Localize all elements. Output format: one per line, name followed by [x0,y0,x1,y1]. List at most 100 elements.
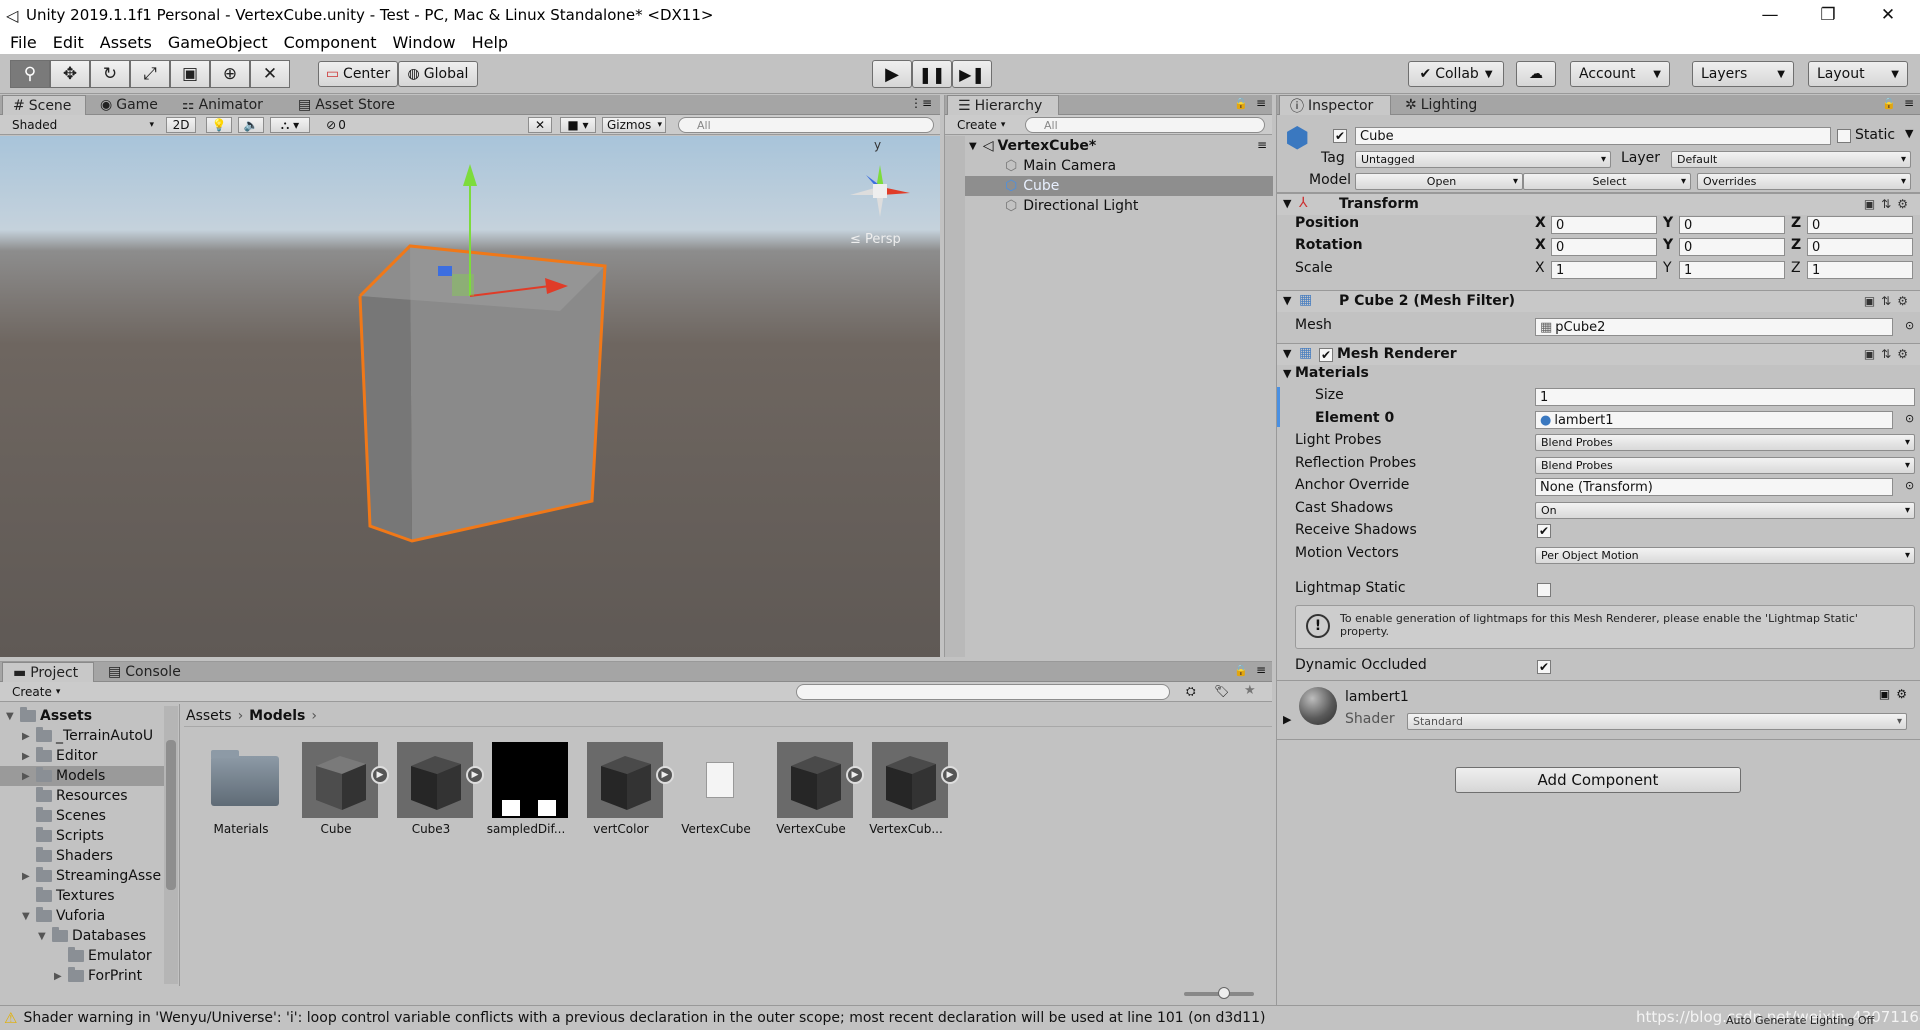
asset-item[interactable]: ▶ VertexCube [766,732,864,842]
mesh-renderer-header[interactable]: ▼ ▦ ✔ Mesh Renderer ▣⇅⚙ [1277,343,1920,365]
hierarchy-create-button[interactable]: Create ▾ [953,117,1013,133]
expand-asset-icon[interactable]: ▶ [941,766,959,784]
tab-scene[interactable]: # Scene [2,95,86,115]
scale-y-field[interactable]: 1 [1679,261,1785,279]
tab-lighting[interactable]: ✲ Lighting [1395,95,1487,115]
component-help-icon[interactable]: ▣⇅⚙ [1864,347,1914,361]
object-picker-icon[interactable]: ⊙ [1905,412,1914,425]
breadcrumb-assets[interactable]: Assets [186,708,232,724]
select-button[interactable]: Select [1523,173,1691,190]
perspective-label[interactable]: ≤ Persp [850,232,901,247]
hierarchy-item[interactable]: ⬡ Main Camera [945,156,1273,176]
tree-item[interactable]: ▶ StreamingAsse [0,866,164,886]
expand-arrow-icon[interactable]: ▼ [22,911,36,922]
expand-arrow-icon[interactable]: ▼ [6,711,20,722]
effects-toggle[interactable]: ⛬ ▾ [270,117,310,133]
component-help-icon[interactable]: ▣⇅⚙ [1864,197,1914,211]
filter-type-icon[interactable]: ⛭ [1186,684,1196,699]
tree-item[interactable]: Emulator [0,946,164,966]
play-button[interactable]: ▶ [872,60,912,88]
layers-button[interactable]: Layers ▼ [1692,61,1794,87]
object-active-checkbox[interactable]: ✔ [1333,129,1347,143]
scene-viewport[interactable]: y ≤ Persp [0,136,940,657]
asset-item[interactable]: sampledDif... [481,732,571,842]
menu-edit[interactable]: Edit [53,33,84,52]
light-probes-dropdown[interactable]: Blend Probes [1535,434,1915,451]
fold-arrow-icon[interactable]: ▼ [1283,367,1291,380]
lightmap-static-checkbox[interactable] [1537,583,1551,597]
element0-field[interactable]: ● lambert1 [1535,411,1893,429]
tree-item[interactable]: Shaders [0,846,164,866]
mesh-renderer-enabled-checkbox[interactable]: ✔ [1319,348,1333,362]
expand-arrow-icon[interactable]: ▶ [22,871,36,882]
panel-menu-icon[interactable]: ≡ [1904,96,1914,110]
mesh-field[interactable]: ▦ pCube2 [1535,318,1893,336]
collab-button[interactable]: ✔ Collab ▼ [1408,61,1504,87]
scale-x-field[interactable]: 1 [1551,261,1657,279]
tree-item[interactable]: ▶ ForPrint [0,966,164,986]
position-x-field[interactable]: 0 [1551,216,1657,234]
static-checkbox[interactable] [1837,129,1851,143]
tab-hierarchy[interactable]: ☰ Hierarchy [947,95,1059,115]
cast-shadows-dropdown[interactable]: On [1535,502,1915,519]
menu-assets[interactable]: Assets [100,33,152,52]
hand-tool-icon[interactable]: ⚲ [10,60,50,88]
menu-file[interactable]: File [10,33,37,52]
mesh-filter-header[interactable]: ▼ ▦ P Cube 2 (Mesh Filter) ▣⇅⚙ [1277,290,1920,312]
tree-scrollbar[interactable] [164,706,178,984]
menu-help[interactable]: Help [472,33,508,52]
chevron-down-icon[interactable]: ▼ [1905,127,1913,140]
tree-item[interactable]: Resources [0,786,164,806]
tree-item[interactable]: Textures [0,886,164,906]
project-create-button[interactable]: Create ▾ [8,684,68,700]
favorite-star-icon[interactable]: ★ [1244,683,1256,698]
pause-button[interactable]: ❚❚ [912,60,952,88]
close-button[interactable]: ✕ [1860,0,1916,30]
add-component-button[interactable]: Add Component [1455,767,1741,793]
lock-icon[interactable]: 🔒 [1882,97,1896,110]
open-button[interactable]: Open [1355,173,1523,190]
thumbnail-size-slider[interactable] [1184,987,1254,999]
expand-arrow-icon[interactable]: ▶ [22,731,36,742]
breadcrumb-models[interactable]: Models [249,708,305,724]
expand-arrow-icon[interactable]: ▼ [38,931,52,942]
mode-2d-button[interactable]: 2D [166,117,196,133]
expand-arrow-icon[interactable]: ▶ [54,971,68,982]
status-warning-text[interactable]: Shader warning in 'Wenyu/Universe': 'i':… [23,1010,1265,1026]
size-field[interactable]: 1 [1535,388,1915,406]
lock-icon[interactable]: 🔒 [1234,97,1248,110]
layer-dropdown[interactable]: Default [1671,151,1911,168]
lock-icon[interactable]: 🔒 [1234,664,1248,677]
shader-dropdown[interactable]: Standard [1407,713,1907,730]
rect-tool-icon[interactable]: ▣ [170,60,210,88]
receive-shadows-checkbox[interactable]: ✔ [1537,524,1551,538]
transform-tool-icon[interactable]: ⊕ [210,60,250,88]
scene-root-item[interactable]: ▼ ◁ VertexCube* [945,136,1273,156]
tree-item[interactable]: ▶ _TerrainAutoU [0,726,164,746]
menu-gameobject[interactable]: GameObject [168,33,268,52]
pivot-center-button[interactable]: ▭ Center [318,61,398,87]
tree-item[interactable]: ▼ Assets [0,706,164,726]
menu-component[interactable]: Component [284,33,377,52]
hidden-objects-toggle[interactable]: ⊘ 0 [318,117,354,133]
expand-arrow-icon[interactable]: ▶ [22,771,36,782]
menu-window[interactable]: Window [392,33,455,52]
filter-label-icon[interactable]: 🏷 [1214,684,1229,698]
asset-item[interactable]: VertexCube [671,732,761,842]
tree-item[interactable]: Scenes [0,806,164,826]
rotation-y-field[interactable]: 0 [1679,238,1785,256]
rotation-z-field[interactable]: 0 [1807,238,1913,256]
material-help-icon[interactable]: ▣⚙ [1879,687,1913,701]
tree-scroll-thumb[interactable] [166,740,176,890]
panel-menu-icon[interactable]: ≡ [1256,96,1266,110]
layout-button[interactable]: Layout ▼ [1808,61,1908,87]
position-z-field[interactable]: 0 [1807,216,1913,234]
object-name-field[interactable]: Cube [1355,127,1831,145]
tab-console[interactable]: ▤ Console [98,662,191,682]
panel-menu-icon[interactable]: ≡ [1256,663,1266,677]
cloud-button[interactable]: ☁ [1516,61,1556,87]
tree-item[interactable]: ▶ Editor [0,746,164,766]
asset-item[interactable]: Materials [196,732,286,842]
move-tool-icon[interactable]: ✥ [50,60,90,88]
gizmos-dropdown[interactable]: Gizmos ▾ [602,117,666,133]
